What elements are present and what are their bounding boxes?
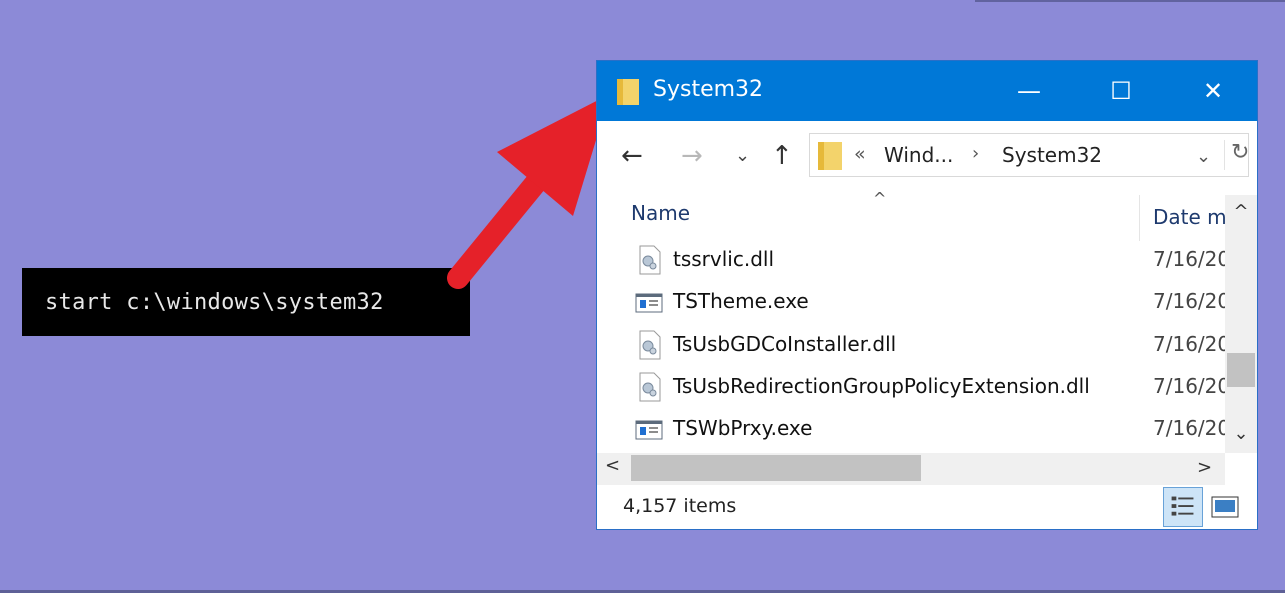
file-row[interactable]: TsUsbRedirectionGroupPolicyExtension.dll…	[597, 366, 1237, 408]
address-dropdown-icon[interactable]: ⌄	[1196, 146, 1211, 167]
back-arrow-icon[interactable]: ←	[621, 141, 643, 171]
column-header-row	[597, 193, 1237, 245]
file-date: 7/16/20	[1153, 247, 1231, 271]
minimize-button[interactable]: —	[983, 61, 1075, 121]
item-count: 4,157 items	[623, 495, 737, 517]
command-box: start c:\windows\system32	[22, 268, 470, 336]
file-name: TsUsbRedirectionGroupPolicyExtension.dll	[673, 374, 1090, 398]
forward-arrow-icon[interactable]: →	[681, 141, 703, 171]
large-icons-view-icon[interactable]	[1211, 495, 1239, 519]
address-overflow-icon[interactable]: «	[854, 143, 866, 165]
vertical-scrollbar[interactable]	[1225, 195, 1257, 453]
file-row[interactable]: TSWbPrxy.exe 7/16/20	[597, 408, 1237, 450]
scroll-right-icon[interactable]: >	[1197, 457, 1212, 478]
file-date: 7/16/20	[1153, 289, 1231, 313]
dll-file-icon	[639, 245, 661, 275]
address-bar[interactable]: « Wind... › System32 ⌄ ↻	[809, 133, 1249, 177]
window-title: System32	[653, 77, 764, 102]
column-divider[interactable]	[1139, 195, 1140, 241]
file-date: 7/16/20	[1153, 332, 1231, 356]
file-name: tssrvlic.dll	[673, 247, 775, 271]
file-row[interactable]: TSTheme.exe 7/16/20	[597, 281, 1237, 323]
close-icon: ✕	[1202, 77, 1224, 105]
exe-file-icon	[635, 293, 663, 313]
breadcrumb-system32[interactable]: System32	[1002, 143, 1102, 167]
scroll-up-icon[interactable]: ^	[1225, 201, 1257, 222]
maximize-button[interactable]: ☐	[1075, 61, 1167, 121]
dll-file-icon	[639, 372, 661, 402]
scroll-down-icon[interactable]: ⌄	[1225, 423, 1257, 444]
column-header-name[interactable]: Name	[631, 201, 690, 225]
file-name: TsUsbGDCoInstaller.dll	[673, 332, 897, 356]
folder-icon	[617, 79, 639, 105]
file-name: TSWbPrxy.exe	[673, 416, 813, 440]
maximize-icon: ☐	[1110, 77, 1132, 105]
file-date: 7/16/20	[1153, 416, 1231, 440]
exe-file-icon	[635, 420, 663, 440]
top-edge-line	[975, 0, 1285, 2]
recent-locations-chevron-icon[interactable]: ⌄	[735, 145, 750, 166]
file-name: TSTheme.exe	[673, 289, 809, 313]
details-view-button[interactable]	[1163, 487, 1203, 527]
file-row[interactable]: TsUsbGDCoInstaller.dll 7/16/20	[597, 324, 1237, 366]
breadcrumb-windows[interactable]: Wind...	[884, 143, 953, 167]
command-text: start c:\windows\system32	[45, 289, 384, 315]
vertical-scroll-thumb[interactable]	[1227, 353, 1255, 387]
address-folder-icon	[818, 142, 842, 170]
column-header-date[interactable]: Date m	[1153, 205, 1233, 229]
file-date: 7/16/20	[1153, 374, 1231, 398]
file-row[interactable]: tssrvlic.dll 7/16/20	[597, 239, 1237, 281]
refresh-icon[interactable]: ↻	[1224, 140, 1249, 170]
up-arrow-icon[interactable]: ↑	[771, 141, 793, 171]
explorer-window: System32 — ☐ ✕ ← → ⌄ ↑ « Wind... › Syste…	[596, 60, 1258, 530]
minimize-icon: —	[1017, 77, 1041, 105]
horizontal-scroll-thumb[interactable]	[631, 455, 921, 481]
dll-file-icon	[639, 330, 661, 360]
details-view-icon	[1171, 496, 1194, 516]
breadcrumb-separator-icon[interactable]: ›	[972, 143, 979, 164]
scroll-left-icon[interactable]: <	[605, 455, 620, 476]
close-button[interactable]: ✕	[1167, 61, 1257, 121]
